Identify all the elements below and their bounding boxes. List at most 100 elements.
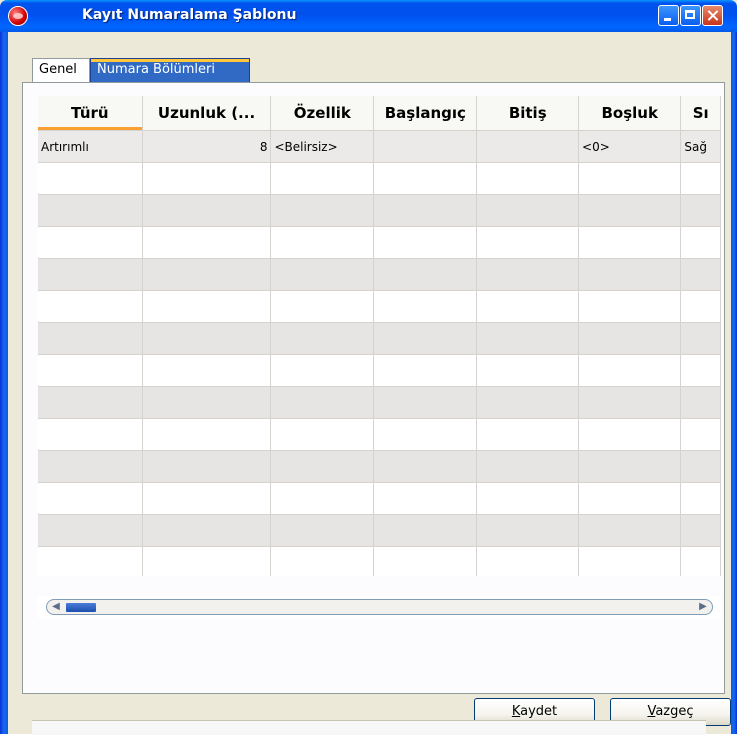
table-cell[interactable] xyxy=(578,418,682,451)
table-cell[interactable] xyxy=(142,386,272,419)
table-cell[interactable] xyxy=(38,514,143,547)
table-cell[interactable] xyxy=(142,482,272,515)
table-cell[interactable] xyxy=(373,194,478,227)
table-cell[interactable] xyxy=(142,514,272,547)
table-cell[interactable] xyxy=(680,386,721,419)
column-header-bitis[interactable]: Bitiş xyxy=(476,96,580,131)
table-cell[interactable] xyxy=(476,194,580,227)
table-row[interactable] xyxy=(38,354,721,387)
table-row[interactable] xyxy=(38,482,721,515)
table-cell[interactable] xyxy=(142,546,272,576)
table-cell[interactable] xyxy=(38,290,143,323)
table-cell[interactable] xyxy=(578,482,682,515)
title-bar[interactable]: Kayıt Numaralama Şablonu xyxy=(0,0,737,32)
table-row[interactable] xyxy=(38,514,721,547)
table-cell[interactable] xyxy=(680,546,721,576)
table-cell[interactable] xyxy=(680,226,721,259)
table-cell[interactable] xyxy=(38,322,143,355)
table-cell[interactable] xyxy=(373,258,478,291)
table-cell[interactable] xyxy=(142,194,272,227)
table-cell[interactable] xyxy=(38,482,143,515)
table-cell[interactable] xyxy=(38,450,143,483)
maximize-icon[interactable] xyxy=(680,5,701,26)
table-cell[interactable] xyxy=(373,322,478,355)
table-row[interactable] xyxy=(38,194,721,227)
table-cell[interactable] xyxy=(680,514,721,547)
right-arrow-icon[interactable]: ▶ xyxy=(695,599,711,615)
horizontal-scrollbar[interactable]: ◀ ▶ xyxy=(38,596,721,618)
scrollbar-track[interactable] xyxy=(46,599,713,615)
table-cell[interactable] xyxy=(270,354,375,387)
table-cell[interactable] xyxy=(578,386,682,419)
table-cell[interactable] xyxy=(373,226,478,259)
table-cell[interactable] xyxy=(373,386,478,419)
cell-ozellik[interactable]: <Belirsiz> xyxy=(270,130,375,163)
cell-uzunluk[interactable]: 8 xyxy=(142,130,272,163)
minimize-icon[interactable] xyxy=(658,5,679,26)
table-cell[interactable] xyxy=(578,194,682,227)
table-cell[interactable] xyxy=(578,162,682,195)
table-cell[interactable] xyxy=(270,226,375,259)
table-cell[interactable] xyxy=(270,546,375,576)
table-cell[interactable] xyxy=(373,290,478,323)
sections-grid[interactable]: Türü Uzunluk (... Özellik Başlangıç Biti… xyxy=(38,96,721,576)
cell-baslangic[interactable] xyxy=(373,130,478,163)
table-cell[interactable] xyxy=(680,418,721,451)
close-icon[interactable] xyxy=(702,5,723,26)
table-row[interactable] xyxy=(38,290,721,323)
tab-numara-bolumleri[interactable]: Numara Bölümleri xyxy=(90,58,250,82)
table-cell[interactable] xyxy=(680,290,721,323)
table-cell[interactable] xyxy=(270,258,375,291)
table-cell[interactable] xyxy=(680,322,721,355)
table-row[interactable] xyxy=(38,162,721,195)
column-header-ozellik[interactable]: Özellik xyxy=(270,96,375,131)
column-header-uzunluk[interactable]: Uzunluk (... xyxy=(142,96,272,131)
table-cell[interactable] xyxy=(142,162,272,195)
table-cell[interactable] xyxy=(38,194,143,227)
cell-bitis[interactable] xyxy=(476,130,580,163)
table-cell[interactable] xyxy=(142,418,272,451)
table-cell[interactable] xyxy=(476,386,580,419)
table-cell[interactable] xyxy=(680,258,721,291)
scrollbar-thumb[interactable] xyxy=(66,603,96,612)
table-cell[interactable] xyxy=(476,482,580,515)
table-cell[interactable] xyxy=(142,354,272,387)
table-cell[interactable] xyxy=(142,290,272,323)
table-cell[interactable] xyxy=(680,354,721,387)
table-cell[interactable] xyxy=(373,450,478,483)
table-cell[interactable] xyxy=(270,162,375,195)
column-header-sira[interactable]: Sı xyxy=(680,96,721,131)
table-cell[interactable] xyxy=(680,162,721,195)
table-cell[interactable] xyxy=(373,482,478,515)
table-cell[interactable] xyxy=(476,418,580,451)
table-cell[interactable] xyxy=(578,226,682,259)
table-cell[interactable] xyxy=(373,514,478,547)
cell-sira[interactable]: Sağ xyxy=(680,130,721,163)
table-row[interactable] xyxy=(38,418,721,451)
table-cell[interactable] xyxy=(270,450,375,483)
left-arrow-icon[interactable]: ◀ xyxy=(48,599,64,615)
table-cell[interactable] xyxy=(476,258,580,291)
table-cell[interactable] xyxy=(270,386,375,419)
column-header-turu[interactable]: Türü xyxy=(38,96,143,131)
table-cell[interactable] xyxy=(142,322,272,355)
table-cell[interactable] xyxy=(476,354,580,387)
table-cell[interactable] xyxy=(38,354,143,387)
table-row[interactable]: Artırımlı 8 <Belirsiz> <0> Sağ xyxy=(38,130,721,163)
table-cell[interactable] xyxy=(578,450,682,483)
cell-bosluk[interactable]: <0> xyxy=(578,130,682,163)
column-header-bosluk[interactable]: Boşluk xyxy=(578,96,682,131)
table-cell[interactable] xyxy=(373,546,478,576)
table-row[interactable] xyxy=(38,450,721,483)
table-cell[interactable] xyxy=(270,514,375,547)
table-cell[interactable] xyxy=(270,290,375,323)
table-cell[interactable] xyxy=(476,450,580,483)
table-cell[interactable] xyxy=(578,322,682,355)
table-cell[interactable] xyxy=(578,258,682,291)
table-cell[interactable] xyxy=(142,258,272,291)
table-row[interactable] xyxy=(38,386,721,419)
table-cell[interactable] xyxy=(142,226,272,259)
table-cell[interactable] xyxy=(476,290,580,323)
table-row[interactable] xyxy=(38,226,721,259)
table-cell[interactable] xyxy=(38,226,143,259)
